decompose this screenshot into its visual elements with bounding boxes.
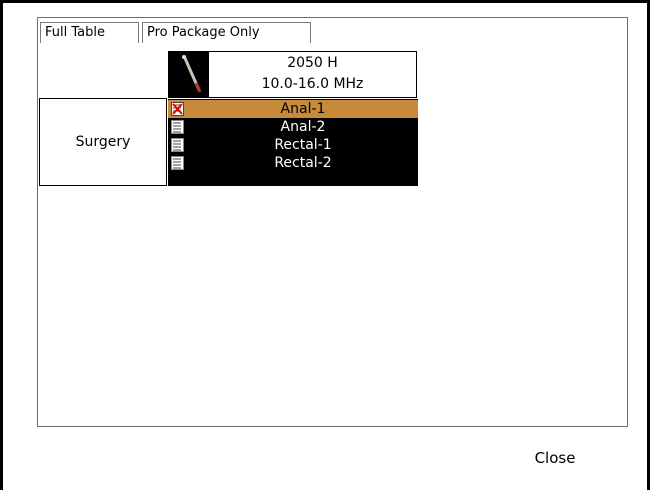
tab-pro-package-only[interactable]: Pro Package Only (142, 22, 311, 43)
probe-header[interactable]: 2050 H 10.0-16.0 MHz (168, 51, 417, 98)
probe-name: 2050 H (287, 55, 338, 71)
category-surgery[interactable]: Surgery (39, 98, 167, 186)
preset-item-anal-2[interactable]: Anal-2 (168, 118, 418, 136)
probe-frequency: 10.0-16.0 MHz (261, 76, 364, 92)
preset-icon (171, 138, 184, 152)
preset-item-rectal-1[interactable]: Rectal-1 (168, 136, 418, 154)
category-label: Surgery (75, 134, 131, 150)
preset-list: Anal-1 Anal-2 Rectal-1 Rectal-2 (168, 99, 418, 186)
preset-label: Rectal-1 (274, 137, 332, 153)
preset-label: Anal-1 (280, 101, 326, 117)
preset-item-rectal-2[interactable]: Rectal-2 (168, 154, 418, 172)
tab-full-table[interactable]: Full Table (40, 22, 139, 43)
probe-image-icon (169, 52, 209, 97)
preset-icon (171, 156, 184, 170)
preset-item-anal-1[interactable]: Anal-1 (168, 100, 418, 118)
close-button[interactable]: Close (520, 444, 590, 472)
preset-icon (171, 120, 184, 134)
preset-label: Rectal-2 (274, 155, 332, 171)
preset-label: Anal-2 (280, 119, 326, 135)
preset-selected-icon (171, 102, 184, 116)
